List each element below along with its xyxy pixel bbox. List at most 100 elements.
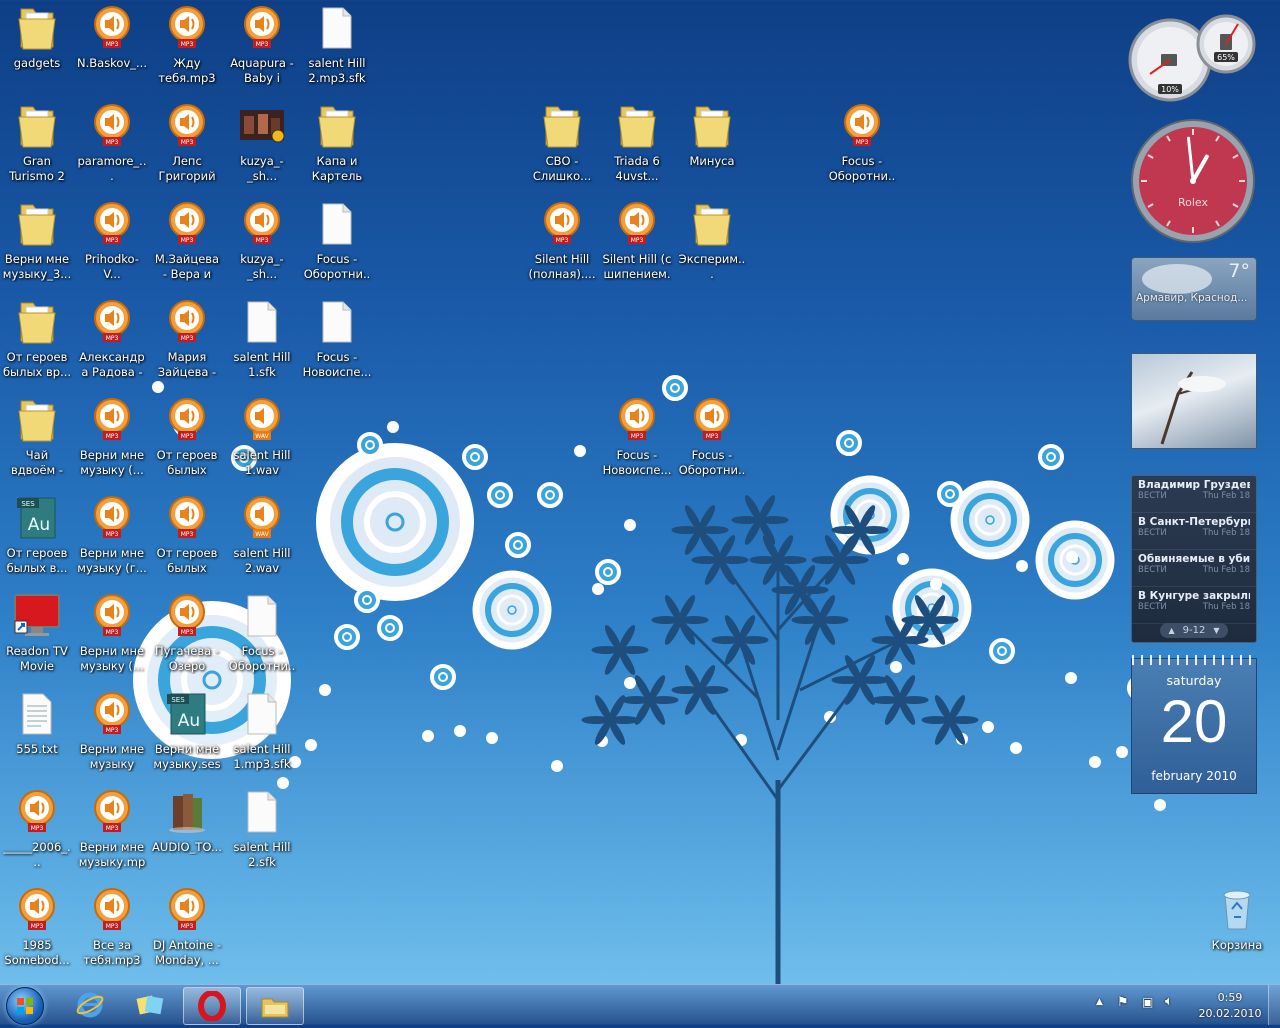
desktop-icon-app[interactable]: Readon TV Movie Rad...: [0, 592, 74, 688]
desktop-icon-mp3[interactable]: MP3 Верни мне музыку (го...: [75, 690, 149, 786]
desktop-icon-folder[interactable]: gadgets: [0, 4, 74, 100]
desktop-icon-label: Readon TV Movie Rad...: [6, 644, 68, 673]
calendar-gadget[interactable]: saturday 20 february 2010: [1131, 655, 1257, 794]
desktop-icon-mp3[interactable]: MP3 kuzya_-_sh...: [225, 200, 299, 296]
desktop-icon-mp3[interactable]: MP3 paramore_...: [75, 102, 149, 198]
desktop-icon-folder[interactable]: Капа и Картель: [300, 102, 374, 198]
desktop-icon-mp3[interactable]: MP3 Верни мне музыку (...: [75, 592, 149, 688]
desktop-icon-file[interactable]: Focus - Оборотни...: [300, 200, 374, 296]
desktop-icon-folder[interactable]: Эксперим...: [675, 200, 749, 296]
desktop-icon-mp3[interactable]: MP3 DJ Antoine - Monday, ...: [150, 886, 224, 982]
opera-icon: [198, 991, 226, 1021]
taskbar-explorer-button[interactable]: [246, 987, 304, 1025]
news-gadget[interactable]: Владимир Груздев:...ВЕСТИThu Feb 18В Сан…: [1131, 475, 1257, 643]
calendar-day: 20: [1160, 688, 1228, 755]
desktop-icon-mp3[interactable]: MP3 Prihodko-V...: [75, 200, 149, 296]
desktop-icon-mp3[interactable]: MP3 Focus - Оборотни...: [825, 102, 899, 198]
start-button[interactable]: [6, 987, 44, 1025]
desktop-icon-mp3[interactable]: MP3 Жду тебя.mp3: [150, 4, 224, 100]
cpu-meter-gadget[interactable]: 10% 65%: [1128, 8, 1258, 104]
desktop-icon-ses[interactable]: SES Au Верни мне музыку.ses: [150, 690, 224, 786]
slideshow-gadget[interactable]: [1131, 353, 1257, 449]
weather-gadget[interactable]: 7° Армавир, Краснод...: [1131, 257, 1257, 321]
volume-icon[interactable]: 🔈︎: [1165, 994, 1173, 1009]
desktop-icon-mp3[interactable]: MP3 _____2006_...: [0, 788, 74, 884]
desktop-icon-folder[interactable]: От героев былых вр...: [0, 298, 74, 394]
desktop-icon-folder[interactable]: Triada 6 4uvst...: [600, 102, 674, 198]
desktop-icon-label: 555.txt: [16, 742, 58, 756]
desktop-icon-mp3[interactable]: MP3 Верни мне музыку (г...: [75, 494, 149, 590]
svg-text:MP3: MP3: [181, 923, 194, 930]
desktop-icon-folder[interactable]: Gran Turismo 2 [...: [0, 102, 74, 198]
news-item[interactable]: В Санкт-Петербурге...ВЕСТИ Thu Feb 18: [1132, 513, 1256, 550]
desktop-icon-wav[interactable]: WAV salent Hill 1.wav: [225, 396, 299, 492]
show-desktop-button[interactable]: [1268, 985, 1280, 1025]
clock-gadget[interactable]: Rolex: [1130, 118, 1256, 244]
network-icon[interactable]: ▣: [1142, 995, 1153, 1009]
desktop-icon-mp3[interactable]: MP3 Focus - Новоиспе...: [600, 396, 674, 492]
desktop-icon-mp3[interactable]: MP3 Пугачева - Озеро над...: [150, 592, 224, 688]
desktop-icon-mp3[interactable]: MP3 От героев былых вре...: [150, 494, 224, 590]
desktop-icon-mp3[interactable]: MP3 Silent Hill (с шипением...: [600, 200, 674, 296]
desktop-icon-mp3[interactable]: MP3 1985 Somebod...: [0, 886, 74, 982]
desktop-icon-mp3[interactable]: MP3 N.Baskov_...: [75, 4, 149, 100]
svg-text:MP3: MP3: [706, 433, 719, 440]
desktop-icon-label: Focus - Оборотни...: [828, 154, 896, 183]
folder-icon: [0, 102, 74, 150]
desktop-icon-mp3[interactable]: MP3 Верни мне музыку.mp3: [75, 788, 149, 884]
desktop-icon-folder[interactable]: Минуса: [675, 102, 749, 198]
desktop-icon-mp3[interactable]: MP3 Лепс Григорий -...: [150, 102, 224, 198]
desktop-icon-folder[interactable]: Верни мне музыку_3...: [0, 200, 74, 296]
svg-text:MP3: MP3: [106, 923, 119, 930]
svg-text:MP3: MP3: [106, 139, 119, 146]
taskbar-live-button[interactable]: [122, 987, 178, 1023]
desktop-icon-file[interactable]: Focus - Оборотни...: [225, 592, 299, 688]
desktop-icon-mp3[interactable]: MP3 От героев былых вре...: [150, 396, 224, 492]
show-hidden-icons-icon[interactable]: ▲: [1096, 997, 1103, 1007]
photo-image: [1160, 371, 1226, 445]
desktop-icon-folder[interactable]: СВО - Слишко...: [525, 102, 599, 198]
desktop-icon-txt[interactable]: 555.txt: [0, 690, 74, 786]
clock-date[interactable]: 20.02.2010: [1194, 1007, 1266, 1020]
desktop-icon-mp3[interactable]: MP3 Silent Hill (полная)....: [525, 200, 599, 296]
desktop-icon-mp3[interactable]: MP3 Все за тебя.mp3: [75, 886, 149, 982]
desktop-icon-label: Пугачева - Озеро над...: [154, 644, 220, 673]
action-center-flag-icon[interactable]: ⚑: [1117, 995, 1129, 1010]
svg-text:MP3: MP3: [181, 139, 194, 146]
desktop-icon-video[interactable]: kuzya_-_sh...: [225, 102, 299, 198]
svg-text:MP3: MP3: [181, 433, 194, 440]
desktop-icon-mp3[interactable]: MP3 М.Зайцева - Вера и лю...: [150, 200, 224, 296]
desktop-icon-label: Александра Радова - ...: [79, 350, 145, 379]
mp3-file-icon: MP3: [150, 200, 224, 248]
taskbar-opera-button[interactable]: [183, 987, 241, 1025]
weather-location: Армавир, Краснод...: [1136, 292, 1248, 304]
news-item[interactable]: Обвиняемые в уби... ВЕСТИ Thu Feb 18: [1132, 550, 1256, 587]
pager-up-icon[interactable]: ▲: [1168, 626, 1174, 635]
pager-down-icon[interactable]: ▼: [1213, 626, 1219, 635]
desktop-icon-label: Focus - Оборотни...: [228, 644, 296, 673]
desktop-icon-file[interactable]: Focus - Новоиспе...: [300, 298, 374, 394]
books-icon: [150, 788, 224, 836]
desktop-icon-mp3[interactable]: MP3 Мария Зайцева - ...: [150, 298, 224, 394]
recycle-bin-icon-item[interactable]: Корзина: [1200, 886, 1274, 982]
news-item[interactable]: Владимир Груздев:...ВЕСТИ Thu Feb 18: [1132, 476, 1256, 513]
desktop-icon-wav[interactable]: WAV salent Hill 2.wav: [225, 494, 299, 590]
desktop-icon-mp3[interactable]: MP3 Александра Радова - ...: [75, 298, 149, 394]
desktop-icon-file[interactable]: salent Hill 1.mp3.sfk: [225, 690, 299, 786]
news-pager[interactable]: ▲ 9-12 ▼: [1160, 622, 1228, 638]
clock-time[interactable]: 0:59: [1204, 991, 1256, 1004]
svg-text:MP3: MP3: [31, 825, 44, 832]
desktop-icon-file[interactable]: salent Hill 1.sfk: [225, 298, 299, 394]
desktop-icon-label: DJ Antoine - Monday, ...: [153, 938, 221, 967]
desktop-icon-file[interactable]: salent Hill 2.sfk: [225, 788, 299, 884]
desktop-icon-file[interactable]: salent Hill 2.mp3.sfk: [300, 4, 374, 100]
desktop-icon-ses[interactable]: SES Au От героев былых в...: [0, 494, 74, 590]
desktop-icon-mp3[interactable]: MP3 Focus - Оборотни...: [675, 396, 749, 492]
desktop-icon-folder[interactable]: Чай вдвоём - День ро...: [0, 396, 74, 492]
desktop-icon-books[interactable]: AUDIO_TO...: [150, 788, 224, 884]
taskbar-ie-button[interactable]: [62, 987, 118, 1023]
desktop-icon-label: Focus - Новоиспе...: [602, 448, 672, 477]
mp3-file-icon: MP3: [525, 200, 599, 248]
desktop-icon-mp3[interactable]: MP3 Верни мне музыку (...: [75, 396, 149, 492]
desktop-icon-mp3[interactable]: MP3 Aquapura - Baby i thin...: [225, 4, 299, 100]
